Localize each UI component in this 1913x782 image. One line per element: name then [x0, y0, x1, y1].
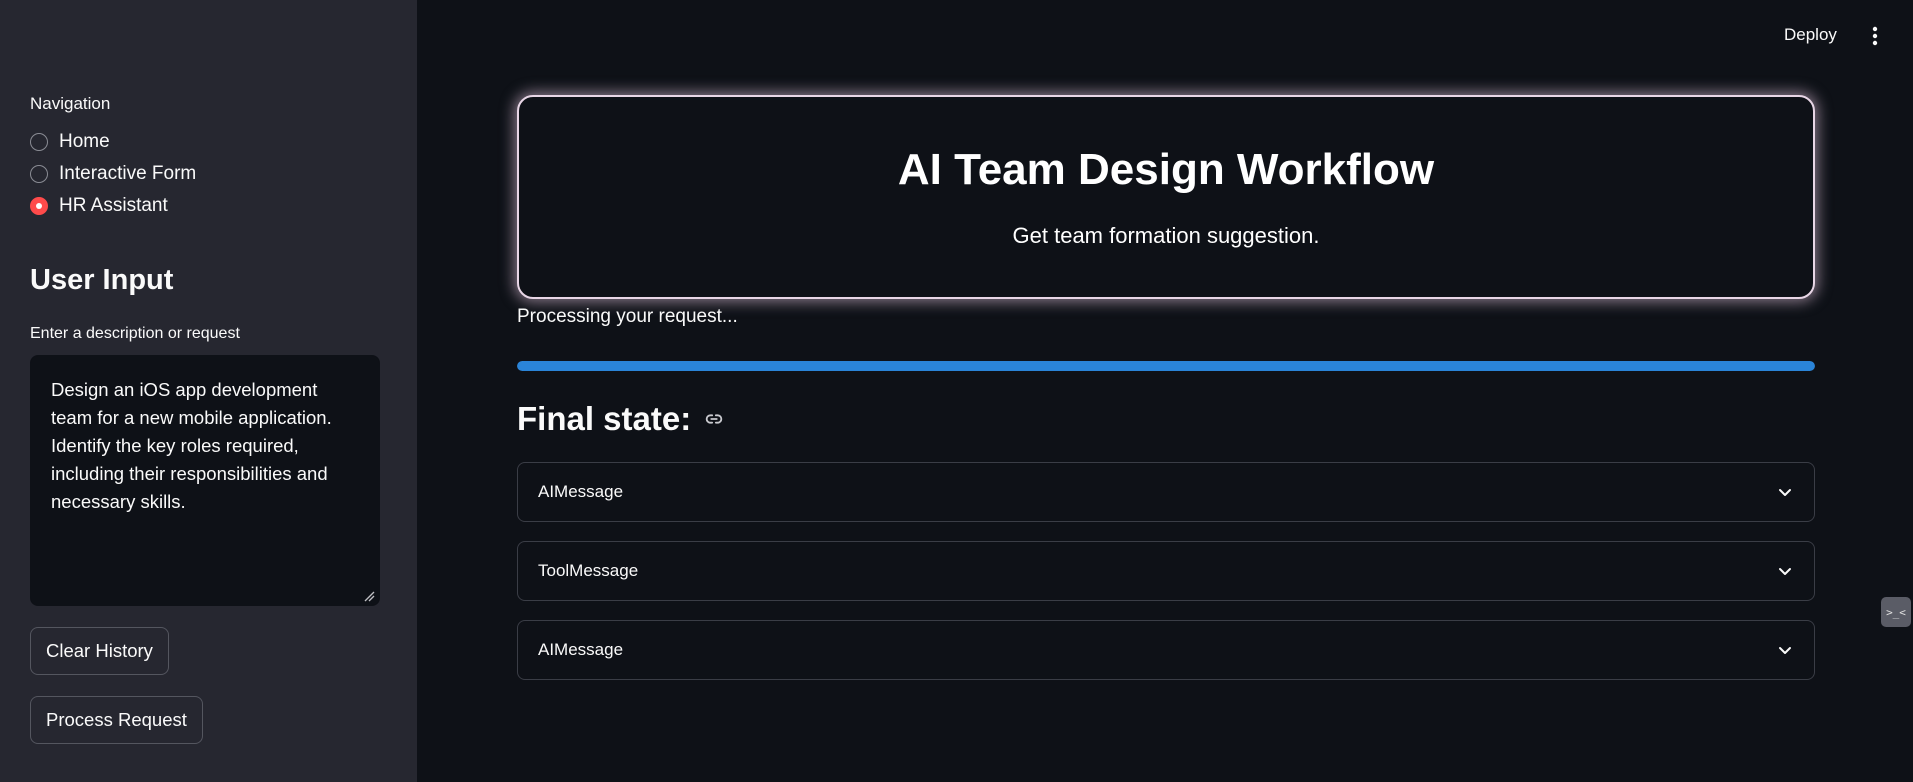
nav-radio-label: Home — [59, 131, 110, 152]
progress-bar — [517, 361, 1815, 371]
link-icon[interactable] — [703, 408, 725, 430]
deploy-button[interactable]: Deploy — [1784, 25, 1837, 45]
textarea-label: Enter a description or request — [30, 325, 240, 342]
page-subtitle: Get team formation suggestion. — [1012, 223, 1320, 248]
kebab-menu-icon[interactable] — [1865, 25, 1885, 47]
nav-radio-label: Interactive Form — [59, 163, 197, 184]
final-state-heading-row: Final state: — [517, 400, 725, 438]
expander-label: ToolMessage — [538, 561, 639, 580]
nav-radio-interactive-form[interactable]: Interactive Form — [30, 163, 196, 185]
user-input-heading: User Input — [30, 264, 174, 296]
request-textarea[interactable] — [30, 355, 380, 606]
processing-status: Processing your request... — [517, 306, 738, 327]
process-request-button[interactable]: Process Request — [30, 696, 203, 744]
side-panel-toggle[interactable]: >_< — [1881, 597, 1911, 627]
nav-radio-label: HR Assistant — [59, 195, 168, 216]
sidebar: Navigation Home Interactive Form HR Assi… — [0, 0, 417, 782]
expander-label: AIMessage — [538, 482, 624, 501]
final-state-heading: Final state: — [517, 400, 692, 437]
radio-circle-selected[interactable] — [30, 197, 48, 215]
radio-circle[interactable] — [30, 165, 48, 183]
nav-radio-home[interactable]: Home — [30, 131, 110, 153]
chevron-down-icon[interactable] — [1776, 562, 1794, 580]
resize-handle-icon[interactable] — [363, 590, 375, 602]
nav-radio-hr-assistant[interactable]: HR Assistant — [30, 195, 168, 217]
radio-circle[interactable] — [30, 133, 48, 151]
expander-toolmessage[interactable]: ToolMessage — [517, 541, 1815, 601]
expander-label: AIMessage — [538, 640, 624, 659]
clear-history-button[interactable]: Clear History — [30, 627, 169, 675]
page-title: AI Team Design Workflow — [897, 145, 1435, 194]
expander-aimessage-2[interactable]: AIMessage — [517, 620, 1815, 680]
app-root: Navigation Home Interactive Form HR Assi… — [0, 0, 1913, 782]
hero-card: AI Team Design Workflow Get team formati… — [517, 95, 1815, 299]
progress-fill — [517, 361, 1815, 371]
expander-aimessage-1[interactable]: AIMessage — [517, 462, 1815, 522]
chevron-down-icon[interactable] — [1776, 483, 1794, 501]
navigation-title: Navigation — [30, 94, 111, 113]
chevron-down-icon[interactable] — [1776, 641, 1794, 659]
